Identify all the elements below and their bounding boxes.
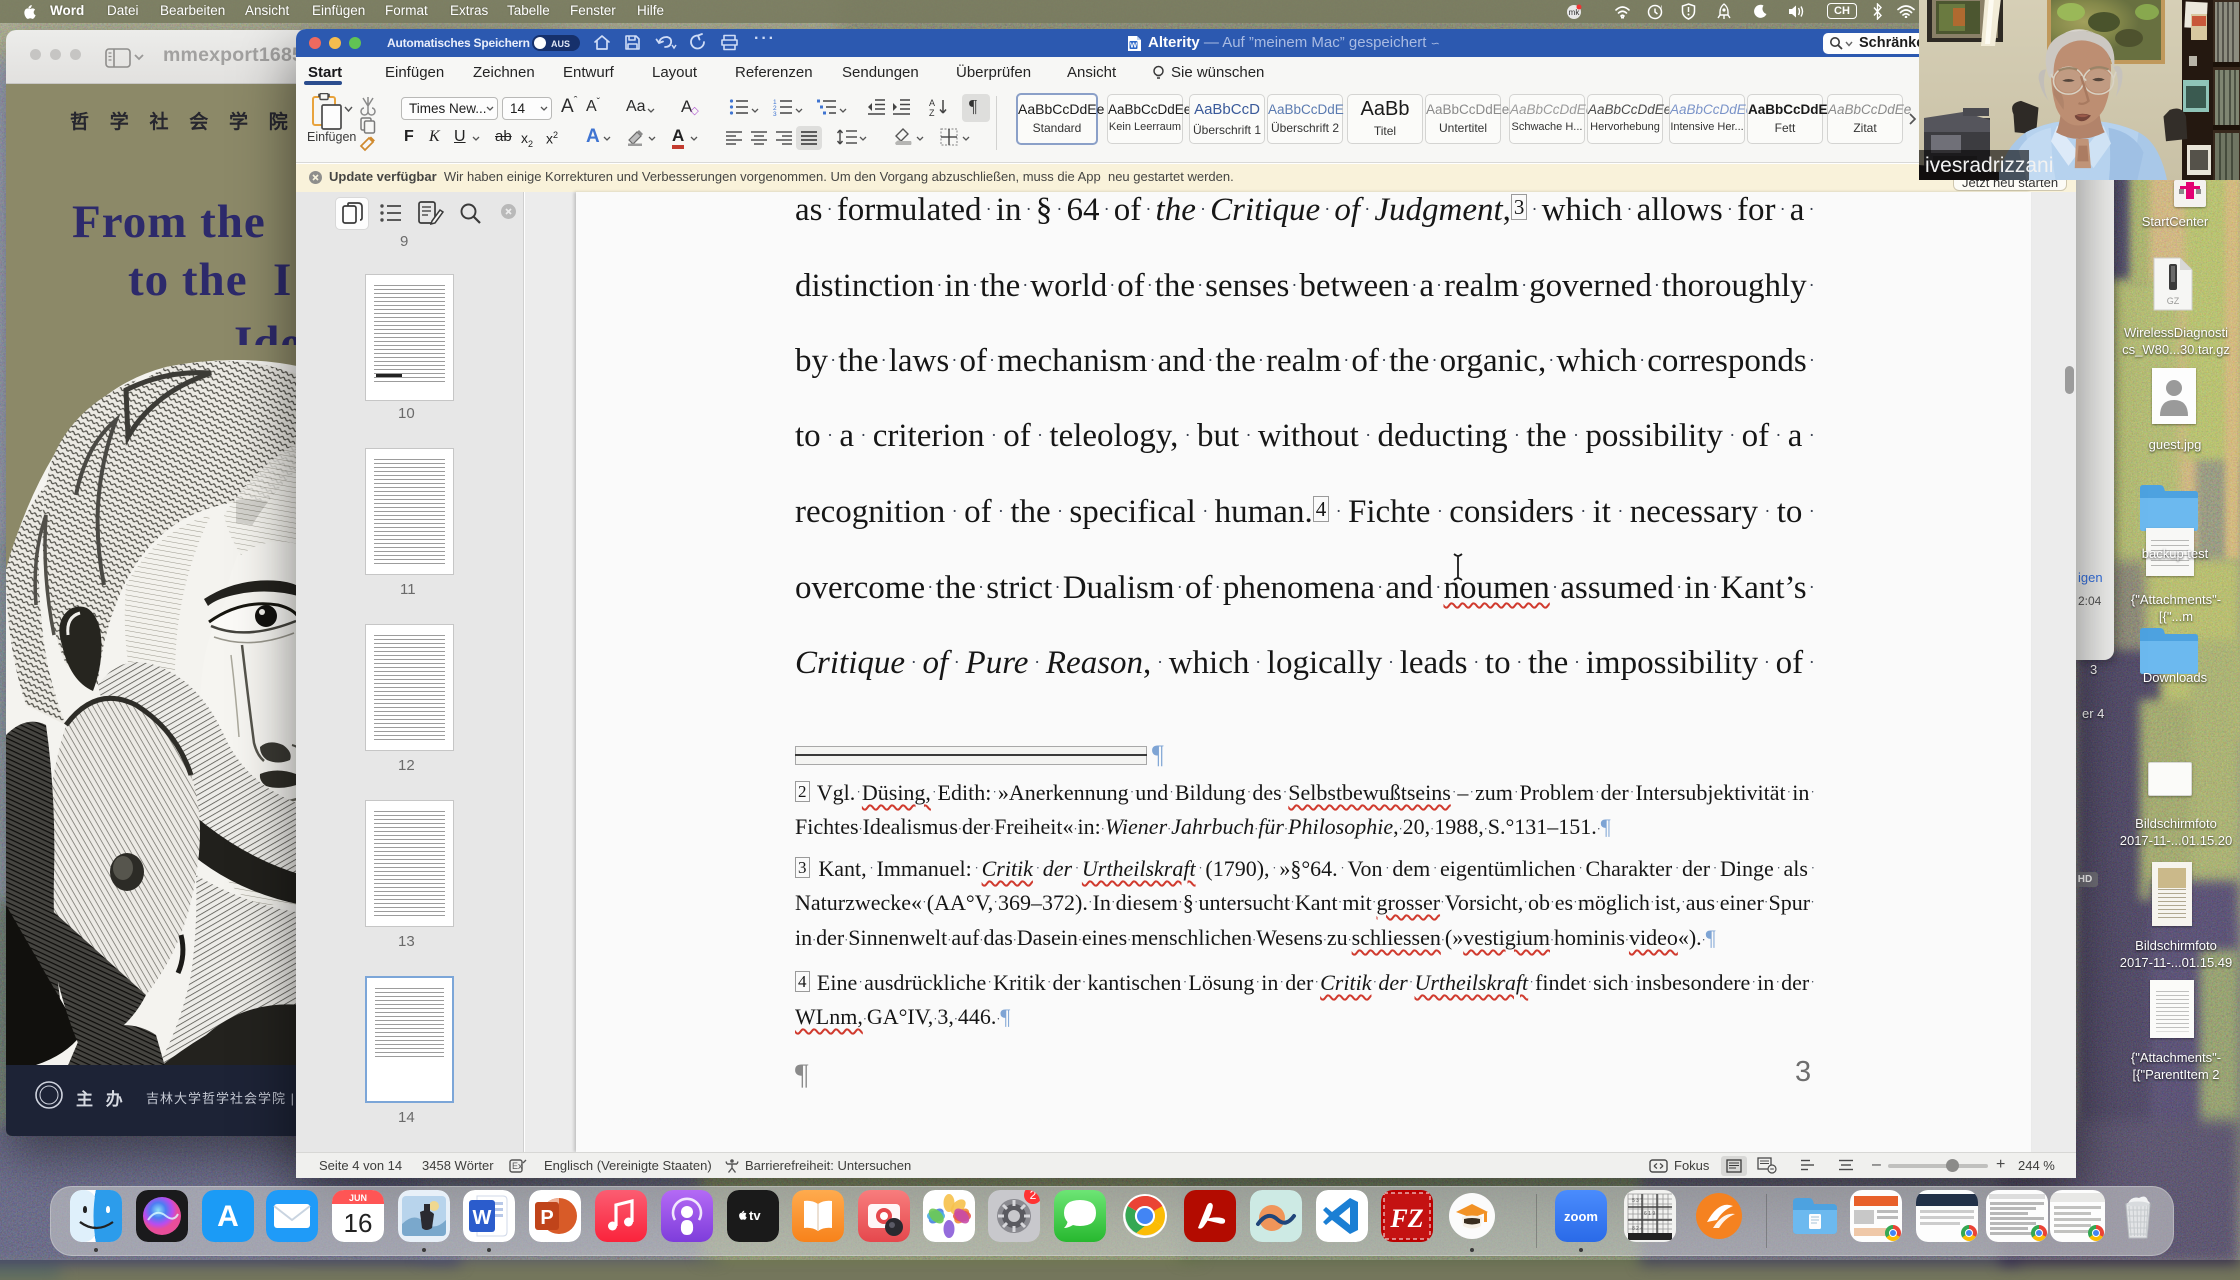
svg-text:Ex: Ex (512, 1161, 523, 1171)
svg-text:5 3 7: 5 3 7 (1632, 1198, 1643, 1204)
svg-text:zoom: zoom (1564, 1209, 1598, 1224)
svg-text:FZ: FZ (1389, 1204, 1423, 1233)
svg-text:!: ! (1661, 6, 1663, 12)
svg-text:Z: Z (929, 108, 935, 117)
svg-text:JUN: JUN (349, 1193, 367, 1203)
svg-text:GZ: GZ (2167, 296, 2180, 306)
svg-text:8 2 4: 8 2 4 (1632, 1226, 1643, 1232)
svg-text:16: 16 (344, 1208, 373, 1238)
svg-text:A: A (217, 1200, 239, 1233)
svg-text:W: W (1130, 41, 1138, 50)
svg-text:W: W (473, 1207, 492, 1229)
svg-text:tv: tv (749, 1208, 761, 1223)
svg-text:3: 3 (773, 111, 777, 116)
svg-text:P: P (540, 1207, 553, 1229)
svg-text:6 1 9: 6 1 9 (1644, 1211, 1655, 1217)
svg-text:A: A (929, 98, 935, 108)
